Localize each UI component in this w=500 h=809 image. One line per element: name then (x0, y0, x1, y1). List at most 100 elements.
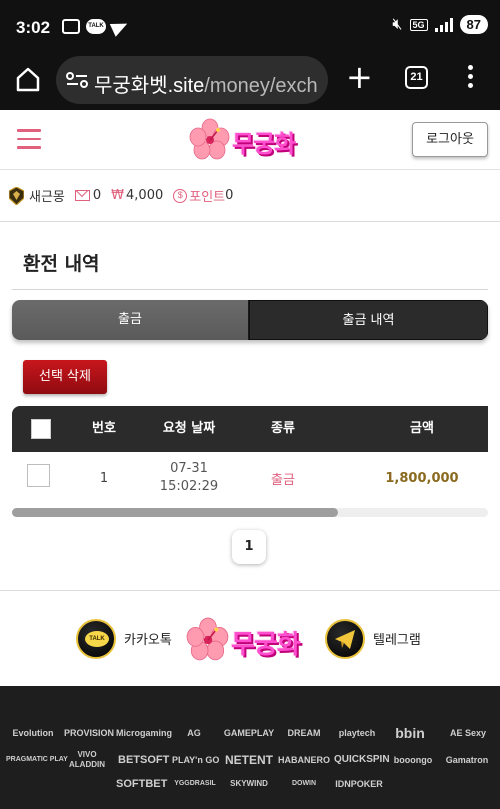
new-tab-icon[interactable]: + (346, 61, 373, 93)
footer-divider (0, 590, 500, 591)
provider-row-3: SOFTBET YGGDRASIL SKYWIND DOWIN IDNPOKER (0, 774, 500, 794)
contact-links: TALK 카카오톡 무궁화 텔레그램 (0, 600, 500, 680)
provider-row-2: PRAGMATIC PLAY VIVO ALADDIN BETSOFT PLAY… (0, 750, 500, 770)
site-settings-icon[interactable] (66, 72, 88, 88)
provider-logo: DREAM (287, 728, 321, 738)
browser-toolbar: 무궁화벳.site/money/exch + 21 (0, 52, 500, 110)
provider-logo: DOWIN (291, 780, 317, 787)
footer-logo-text: 무궁화 (231, 630, 301, 660)
kakaotalk-badge: TALK (85, 631, 109, 647)
hamburger-menu-icon[interactable] (17, 129, 41, 149)
provider-logo: QUICKSPIN (334, 754, 390, 765)
horizontal-scrollbar-thumb[interactable] (12, 508, 338, 517)
messages-count: 0 (92, 188, 102, 203)
row-checkbox[interactable] (27, 464, 50, 487)
signal-icon (434, 17, 453, 32)
url-host: 무궁화벳.site (94, 75, 205, 97)
table-row: 1 07-31 15:02:29 출금 1,800,000 (12, 452, 488, 504)
page-title: 환전 내역 (23, 253, 100, 275)
provider-logo: BETSOFT (118, 754, 170, 766)
balance-display: ₩ 4,000 (111, 188, 163, 203)
telegram-notification-icon (109, 17, 131, 37)
history-table[interactable]: 번호 요청 날짜 종류 금액 1 07-31 15:02:29 출금 1,800… (12, 406, 488, 519)
messages-link[interactable]: 0 (74, 188, 102, 203)
provider-logo: PRAGMATIC PLAY (6, 756, 68, 763)
provider-logo: AE Sexy (449, 728, 487, 738)
rank-badge-icon (9, 186, 24, 205)
column-header-type: 종류 (271, 421, 295, 436)
row-number: 1 (99, 470, 109, 486)
site-header: 무궁화 로그아웃 (0, 110, 500, 170)
provider-logo: GAMEPLAY (223, 728, 275, 738)
title-divider (12, 289, 488, 290)
user-info-bar: 새근몽 0 ₩ 4,000 $ 포인트 0 (0, 170, 500, 222)
provider-logo: SKYWIND (230, 779, 268, 788)
mail-icon (74, 190, 90, 201)
provider-logo: Gamatron (445, 755, 489, 765)
points-value: 0 (225, 188, 234, 203)
balance-amount: 4,000 (126, 188, 164, 203)
provider-logo: booongo (393, 755, 433, 765)
logout-button[interactable]: 로그아웃 (412, 122, 488, 157)
url-path: /money/exch (204, 75, 318, 97)
provider-logo: playtech (338, 728, 376, 738)
notification-icons: TALK (62, 17, 131, 37)
select-all-checkbox[interactable] (31, 419, 51, 439)
delete-selected-button[interactable]: 선택 삭제 (23, 360, 107, 394)
provider-logo: PLAY'n GO (172, 755, 220, 765)
telegram-plane-icon (335, 630, 355, 649)
username: 새근몽 (29, 190, 65, 205)
site-logo[interactable]: 무궁화 (188, 118, 312, 162)
logo-text: 무궁화 (232, 130, 296, 158)
status-time: 3:02 (16, 18, 51, 37)
row-date: 07-31 (170, 461, 208, 476)
home-icon[interactable] (15, 66, 41, 92)
exchange-tabs: 출금 출금 내역 (12, 300, 488, 340)
provider-logo: YGGDRASIL (174, 780, 216, 787)
kakaotalk-icon[interactable]: TALK (76, 619, 116, 659)
provider-logo: PROVISION (64, 728, 115, 738)
row-request-date: 07-31 15:02:29 (146, 452, 232, 504)
network-type: 5G (409, 18, 428, 31)
points-label: 포인트 (189, 190, 226, 205)
provider-logo: VIVO ALADDIN (69, 750, 105, 769)
telegram-icon[interactable] (325, 619, 365, 659)
hibiscus-icon (189, 118, 230, 160)
provider-logo: SOFTBET (116, 778, 168, 790)
row-type: 출금 (271, 472, 295, 488)
address-bar[interactable]: 무궁화벳.site/money/exch (56, 56, 328, 104)
footer-logo: 무궁화 (185, 615, 315, 665)
column-header-request-date: 요청 날짜 (162, 421, 216, 436)
provider-logo: IDNPOKER (335, 779, 383, 789)
url-text[interactable]: 무궁화벳.site/money/exch (94, 69, 318, 98)
telegram-label[interactable]: 텔레그램 (373, 629, 421, 648)
provider-logo: Evolution (12, 728, 54, 738)
provider-logo: AG (187, 728, 201, 738)
row-amount: 1,800,000 (385, 470, 459, 486)
status-bar: 3:02 TALK 🔇︎ 5G 87 (0, 0, 500, 52)
screenshot-notification-icon (62, 19, 80, 34)
battery-level: 87 (459, 15, 488, 34)
won-icon: ₩ (111, 188, 125, 203)
kakaotalk-notification-icon: TALK (86, 19, 106, 34)
tab-withdraw-history[interactable]: 출금 내역 (249, 300, 488, 340)
provider-logo: HABANERO (278, 755, 331, 765)
table-header: 번호 요청 날짜 종류 금액 (12, 406, 488, 452)
game-provider-logos: Evolution PROVISION Microgaming AG GAMEP… (0, 686, 500, 809)
provider-logo: bbin (395, 725, 425, 741)
pagination-page-button[interactable]: 1 (232, 530, 266, 564)
mute-icon: 🔇︎ (392, 15, 403, 33)
tab-withdraw[interactable]: 출금 (12, 300, 249, 340)
provider-logo: Microgaming (116, 728, 173, 738)
hibiscus-icon (186, 617, 229, 661)
provider-row-1: Evolution PROVISION Microgaming AG GAMEP… (0, 723, 500, 743)
more-menu-icon[interactable] (466, 65, 474, 91)
column-header-amount: 금액 (410, 421, 434, 436)
tab-switcher-button[interactable]: 21 (405, 66, 428, 89)
column-header-number: 번호 (92, 421, 116, 436)
row-time: 15:02:29 (159, 479, 219, 494)
provider-logo: NETENT (225, 753, 273, 767)
point-coin-icon: $ (173, 188, 188, 203)
kakaotalk-label[interactable]: 카카오톡 (124, 629, 172, 648)
points-link[interactable]: $ 포인트 0 (173, 186, 233, 205)
